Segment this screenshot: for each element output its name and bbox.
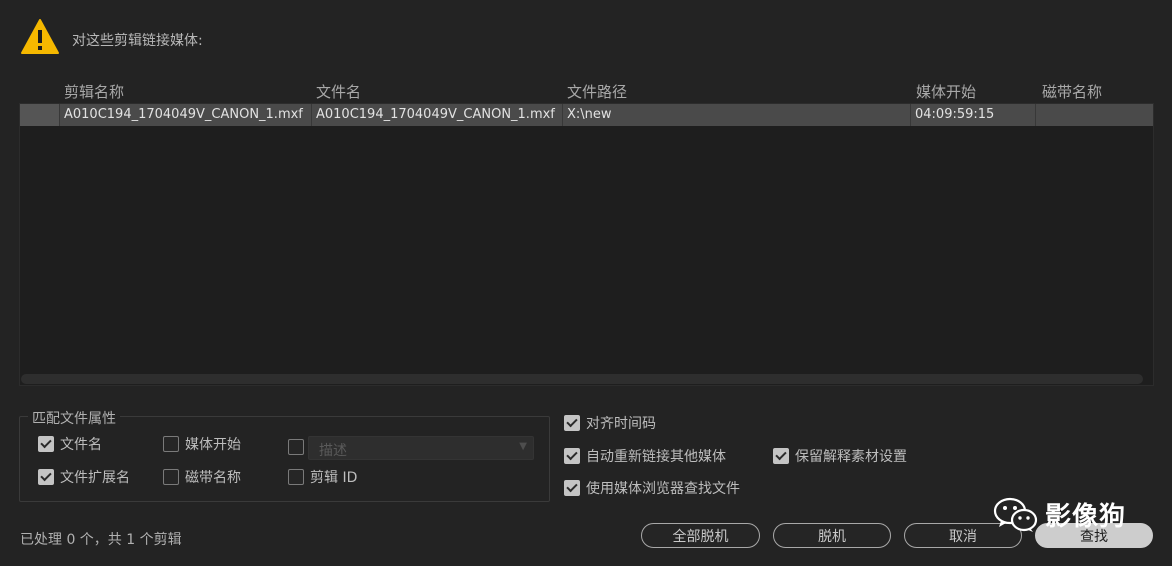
- offline-button[interactable]: 脱机: [773, 523, 891, 548]
- cell-tape-name: [1036, 104, 1153, 126]
- checkbox-label: 文件扩展名: [60, 470, 130, 486]
- watermark: 影像狗: [993, 496, 1126, 533]
- cell-media-start: 04:09:59:15: [911, 104, 1036, 126]
- match-attributes-title: 匹配文件属性: [28, 408, 120, 428]
- checkbox-checked-icon[interactable]: [38, 469, 54, 485]
- column-header-file-path[interactable]: 文件路径: [567, 81, 627, 102]
- checkbox-label: 文件名: [60, 437, 102, 453]
- warning-icon: [20, 18, 60, 56]
- offline-all-button[interactable]: 全部脱机: [641, 523, 760, 548]
- checkbox-label: 保留解释素材设置: [795, 449, 907, 465]
- checkbox-unchecked-icon[interactable]: [288, 469, 304, 485]
- horizontal-scrollbar[interactable]: [21, 374, 1143, 384]
- checkbox-tape-name[interactable]: 磁带名称: [163, 467, 241, 487]
- description-dropdown: 描述 ▼: [308, 436, 534, 460]
- checkbox-unchecked-icon[interactable]: [163, 436, 179, 452]
- checkbox-clip-id[interactable]: 剪辑 ID: [288, 467, 357, 487]
- checkbox-checked-icon[interactable]: [564, 480, 580, 496]
- cell-file-name: A010C194_1704049V_CANON_1.mxf: [312, 104, 563, 126]
- checkbox-description[interactable]: [288, 439, 304, 455]
- checkbox-label: 对齐时间码: [586, 416, 656, 432]
- checkbox-preserve-interpret[interactable]: 保留解释素材设置: [773, 446, 907, 466]
- checkbox-relink-others[interactable]: 自动重新链接其他媒体: [564, 446, 726, 466]
- checkbox-checked-icon[interactable]: [564, 448, 580, 464]
- checkbox-label: 磁带名称: [185, 470, 241, 486]
- checkbox-checked-icon[interactable]: [773, 448, 789, 464]
- clip-table[interactable]: A010C194_1704049V_CANON_1.mxf A010C194_1…: [19, 103, 1154, 386]
- cell-clip-name: A010C194_1704049V_CANON_1.mxf: [60, 104, 312, 126]
- checkbox-label: 剪辑 ID: [310, 470, 358, 486]
- checkbox-media-start[interactable]: 媒体开始: [163, 434, 241, 454]
- checkbox-label: 使用媒体浏览器查找文件: [586, 481, 740, 497]
- checkbox-file-name[interactable]: 文件名: [38, 434, 102, 454]
- column-header-media-start[interactable]: 媒体开始: [916, 81, 976, 102]
- checkbox-unchecked-icon[interactable]: [163, 469, 179, 485]
- checkbox-unchecked-icon[interactable]: [288, 439, 304, 455]
- checkbox-file-extension[interactable]: 文件扩展名: [38, 467, 130, 487]
- description-dropdown-label: 描述: [319, 443, 347, 459]
- wechat-icon: [993, 497, 1038, 532]
- checkbox-checked-icon[interactable]: [38, 436, 54, 452]
- watermark-text: 影像狗: [1045, 502, 1127, 532]
- cell-file-path: X:\new: [563, 104, 911, 126]
- dialog-message: 对这些剪辑链接媒体:: [72, 33, 203, 49]
- checkbox-label: 媒体开始: [185, 437, 241, 453]
- column-header-file-name[interactable]: 文件名: [316, 81, 361, 102]
- status-text: 已处理 0 个，共 1 个剪辑: [20, 532, 182, 548]
- chevron-down-icon: ▼: [519, 441, 527, 452]
- column-header-tape-name[interactable]: 磁带名称: [1042, 81, 1102, 102]
- checkbox-align-timecode[interactable]: 对齐时间码: [564, 413, 656, 433]
- checkbox-label: 自动重新链接其他媒体: [586, 449, 726, 465]
- table-row[interactable]: A010C194_1704049V_CANON_1.mxf A010C194_1…: [20, 104, 1153, 126]
- column-header-clip-name[interactable]: 剪辑名称: [64, 81, 124, 102]
- row-handle[interactable]: [20, 104, 60, 126]
- checkbox-checked-icon[interactable]: [564, 415, 580, 431]
- checkbox-use-media-browser[interactable]: 使用媒体浏览器查找文件: [564, 478, 740, 498]
